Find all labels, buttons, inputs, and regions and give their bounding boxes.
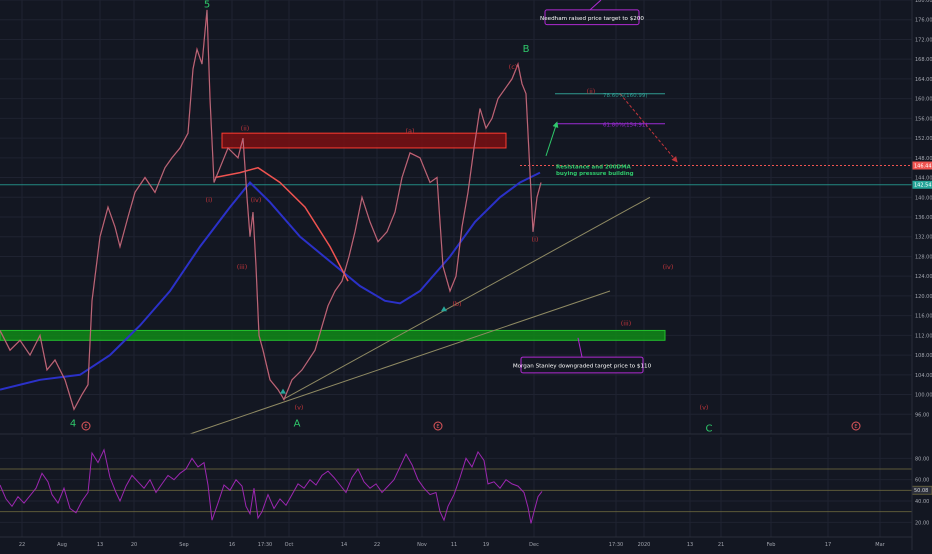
price-axis-label: 132.00	[915, 235, 932, 241]
rsi-last-tag-text: 50.08	[914, 488, 928, 494]
wave-label-green: A	[294, 419, 301, 430]
time-axis-label: Oct	[285, 542, 294, 548]
wave-label-green: C	[706, 424, 713, 435]
wave-label-red: (b)	[452, 300, 461, 308]
price-axis-label: 108.00	[915, 353, 932, 359]
price-axis-label: 168.00	[915, 57, 932, 63]
price-axis-label: 104.00	[915, 373, 932, 379]
price-axis-label: 144.00	[915, 176, 932, 182]
rsi-axis-label: 80.00	[915, 456, 929, 462]
price-axis-label: 136.00	[915, 215, 932, 221]
wave-label-red: (c)	[509, 63, 518, 71]
rsi-axis-label: 60.00	[915, 478, 929, 484]
wave-label-green: 5	[204, 0, 210, 10]
callout-text: buying pressure building	[556, 171, 634, 177]
event-marker-text: E	[854, 424, 857, 430]
price-axis-label: 176.00	[915, 18, 932, 24]
chart-area[interactable]: 78.60%(160.99) 61.80%(154.91) Needham rais…	[0, 0, 932, 550]
wave-label-red: (ii)	[587, 88, 596, 96]
time-axis-label: 22	[19, 542, 25, 548]
wave-label-red: (ii)	[241, 125, 250, 133]
price-axis-label: 100.00	[915, 393, 932, 399]
time-axis-label: Mar	[875, 542, 885, 548]
time-axis-label: 17:30	[258, 542, 272, 548]
time-axis-label: 17	[825, 542, 831, 548]
time-axis-label: 20	[131, 542, 137, 548]
wave-label-red: (i)	[532, 236, 539, 244]
wave-label-red: (v)	[295, 403, 304, 411]
rsi-axis-label: 40.00	[915, 499, 929, 505]
price-axis-label: 156.00	[915, 116, 932, 122]
price-axis-label: 148.00	[915, 156, 932, 162]
chart-background	[0, 0, 932, 550]
wave-label-red: (iv)	[251, 196, 262, 204]
time-axis-label: Sep	[179, 542, 188, 548]
price-axis-label: 180.00	[915, 0, 932, 4]
price-axis-label: 140.00	[915, 195, 932, 201]
wave-label-red: (v)	[700, 403, 709, 411]
time-axis-label: Dec	[529, 542, 539, 548]
chart-svg[interactable]: 78.60%(160.99) 61.80%(154.91) Needham rais…	[0, 0, 932, 550]
time-axis-label: 22	[374, 542, 380, 548]
price-axis-label: 116.00	[915, 314, 932, 320]
wave-label-red: (a)	[405, 127, 414, 135]
resistance-zone	[221, 132, 507, 149]
target-price-tag-text: 146.44	[914, 164, 932, 170]
support-zone	[0, 329, 666, 341]
wave-label-red: (iii)	[237, 263, 248, 271]
wave-label-red: (iv)	[663, 263, 674, 271]
wave-label-red: (iii)	[621, 320, 632, 328]
time-axis-label: 21	[718, 542, 724, 548]
time-axis-label: 14	[341, 542, 347, 548]
price-axis-label: 96.00	[915, 412, 929, 418]
time-axis-label: 19	[483, 542, 489, 548]
rsi-axis-label: 20.00	[915, 520, 929, 526]
time-axis-label: 11	[451, 542, 457, 548]
price-axis-label: 124.00	[915, 274, 932, 280]
time-axis-label: Aug	[57, 542, 67, 548]
time-axis-label: 16	[229, 542, 235, 548]
wave-label-green: 4	[70, 419, 76, 430]
price-axis-label: 128.00	[915, 254, 932, 260]
time-axis-label: 13	[687, 542, 693, 548]
wave-label-green: B	[523, 44, 530, 55]
price-axis-label: 112.00	[915, 333, 932, 339]
time-axis-label: Nov	[417, 542, 427, 548]
annotation-text: Needham raised price target to $200	[540, 16, 644, 22]
price-axis-label: 152.00	[915, 136, 932, 142]
wave-label-red: (i)	[206, 196, 213, 204]
price-axis-label: 120.00	[915, 294, 932, 300]
price-axis-label: 172.00	[915, 37, 932, 43]
time-axis-label: 17:30	[609, 542, 623, 548]
callout-text: Resistance and 200DMA	[556, 165, 632, 171]
event-marker-text: E	[436, 424, 439, 430]
price-axis-label: 164.00	[915, 77, 932, 83]
fib-level-label: 78.60%(160.99)	[603, 93, 648, 99]
annotation-text: Morgan Stanley downgraded target price t…	[513, 363, 652, 369]
price-axis-label: 160.00	[915, 97, 932, 103]
event-marker-text: E	[84, 424, 87, 430]
last-price-tag-text: 142.54	[914, 183, 932, 189]
time-axis-label: Feb	[767, 542, 776, 548]
time-axis-label: 2020	[638, 542, 651, 548]
time-axis-label: 13	[97, 542, 103, 548]
fib-level-label: 61.80%(154.91)	[603, 123, 648, 129]
